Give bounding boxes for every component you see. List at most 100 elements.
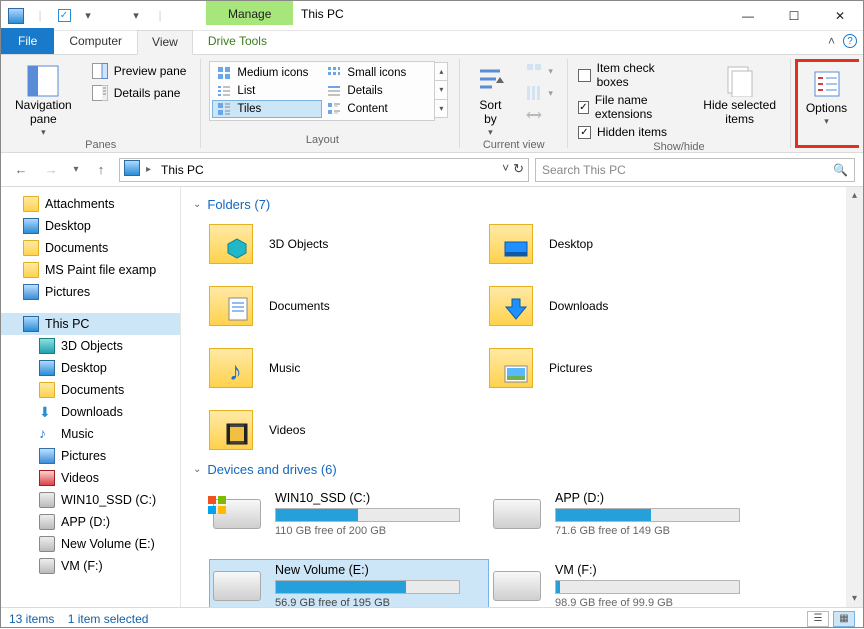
address-bar[interactable]: ▸ This PC ˅ ↻ <box>119 158 529 182</box>
tree-music[interactable]: ♪Music <box>1 423 180 445</box>
tab-view[interactable]: View <box>137 30 193 55</box>
tree-downloads[interactable]: ⬇Downloads <box>1 401 180 423</box>
tree-attachments[interactable]: Attachments <box>1 193 180 215</box>
drive-f[interactable]: VM (F:) 98.9 GB free of 99.9 GB <box>489 559 769 607</box>
tree-drive-e[interactable]: New Volume (E:) <box>1 533 180 555</box>
tree-3d-objects[interactable]: 3D Objects <box>1 335 180 357</box>
up-button[interactable]: ↑ <box>89 158 113 182</box>
minimize-button[interactable]: — <box>725 1 771 31</box>
options-button[interactable]: Options ▾ <box>802 64 851 126</box>
tree-documents[interactable]: Documents <box>1 237 180 259</box>
details-view-toggle[interactable]: ☰ <box>807 611 829 627</box>
nav-tree[interactable]: Attachments Desktop Documents MS Paint f… <box>1 187 181 607</box>
tab-file[interactable]: File <box>1 28 54 54</box>
scroll-down-icon[interactable]: ▾ <box>435 81 447 99</box>
medium-icons-icon <box>217 66 231 80</box>
ribbon: Navigation pane ▾ Preview pane Details p… <box>1 55 863 153</box>
tree-videos[interactable]: Videos <box>1 467 180 489</box>
drive-usage-bar <box>555 508 740 522</box>
section-folders[interactable]: ⌄ Folders (7) <box>189 193 863 216</box>
folder-desktop[interactable]: Desktop <box>489 224 769 264</box>
layout-details[interactable]: Details <box>322 82 432 100</box>
drive-icon <box>213 499 261 529</box>
folder-3d-objects[interactable]: 3D Objects <box>209 224 489 264</box>
refresh-icon[interactable]: ↻ <box>513 161 524 177</box>
layout-tiles[interactable]: Tiles <box>212 100 322 118</box>
scroll-up-icon[interactable]: ▴ <box>846 187 863 204</box>
layout-gallery-scroll[interactable]: ▴ ▾ ▾ <box>434 62 448 118</box>
tab-drive-tools[interactable]: Drive Tools <box>193 29 282 54</box>
section-devices-label: Devices and drives (6) <box>207 462 336 477</box>
ribbon-tabs: File Computer View Drive Tools ˄ ? <box>1 31 863 55</box>
navigation-bar: ← → ▾ ↑ ▸ This PC ˅ ↻ Search This PC 🔍 <box>1 153 863 187</box>
tree-pictures[interactable]: Pictures <box>1 281 180 303</box>
breadcrumb-this-pc[interactable]: This PC <box>157 163 208 177</box>
collapse-ribbon-icon[interactable]: ˄ <box>828 34 835 48</box>
back-button[interactable]: ← <box>9 158 33 182</box>
qat-sep: | <box>31 7 49 25</box>
hidden-items-toggle[interactable]: Hidden items <box>576 125 689 139</box>
size-columns-button[interactable] <box>520 105 559 125</box>
folder-documents[interactable]: Documents <box>209 286 489 326</box>
drive-d[interactable]: APP (D:) 71.6 GB free of 149 GB <box>489 487 769 541</box>
tree-desktop[interactable]: Desktop <box>1 215 180 237</box>
tree-desktop2[interactable]: Desktop <box>1 357 180 379</box>
forward-button[interactable]: → <box>39 158 63 182</box>
add-columns-button[interactable]: ▾ <box>520 83 559 103</box>
hide-selected-button[interactable]: Hide selected items <box>697 61 782 139</box>
item-checkboxes-label: Item check boxes <box>597 61 688 89</box>
tree-drive-d[interactable]: APP (D:) <box>1 511 180 533</box>
music-icon: ♪ <box>39 426 55 442</box>
hide-selected-label: Hide selected items <box>703 99 776 127</box>
tree-drive-c[interactable]: WIN10_SSD (C:) <box>1 489 180 511</box>
chevron-down-icon[interactable]: ⌄ <box>193 199 201 210</box>
tree-pictures2[interactable]: Pictures <box>1 445 180 467</box>
drive-c[interactable]: WIN10_SSD (C:) 110 GB free of 200 GB <box>209 487 489 541</box>
tree-drive-f[interactable]: VM (F:) <box>1 555 180 577</box>
group-by-button[interactable]: ▾ <box>520 61 559 81</box>
address-dropdown-icon[interactable]: ˅ <box>502 161 509 177</box>
maximize-button[interactable]: ☐ <box>771 1 817 31</box>
item-checkboxes-toggle[interactable]: Item check boxes <box>576 61 689 89</box>
scroll-up-icon[interactable]: ▴ <box>435 63 447 81</box>
qat-item-dropdown-icon[interactable]: ▾ <box>79 7 97 25</box>
search-icon: 🔍 <box>833 163 848 177</box>
qat-checkbox-icon[interactable] <box>55 7 73 25</box>
folder-videos[interactable]: Videos <box>209 410 489 450</box>
tiles-view-toggle[interactable]: ▦ <box>833 611 855 627</box>
content-pane[interactable]: ⌄ Folders (7) 3D Objects Desktop Documen… <box>181 187 863 607</box>
file-extensions-toggle[interactable]: File name extensions <box>576 93 689 121</box>
layout-content[interactable]: Content <box>322 100 432 118</box>
folder-downloads[interactable]: Downloads <box>489 286 769 326</box>
preview-pane-button[interactable]: Preview pane <box>86 61 193 81</box>
layout-small-icons[interactable]: Small icons <box>322 64 432 82</box>
layout-list[interactable]: List <box>212 82 322 100</box>
help-icon[interactable]: ? <box>843 34 857 48</box>
drive-icon <box>39 492 55 508</box>
layout-medium-icons[interactable]: Medium icons <box>212 64 322 82</box>
folder-label: Music <box>269 361 300 375</box>
contextual-tab-manage[interactable]: Manage <box>206 1 293 25</box>
tab-computer[interactable]: Computer <box>54 29 137 54</box>
vertical-scrollbar[interactable]: ▴ ▾ <box>846 187 863 607</box>
breadcrumb-sep-icon[interactable]: ▸ <box>146 164 151 175</box>
drive-e[interactable]: New Volume (E:) 56.9 GB free of 195 GB <box>209 559 489 607</box>
sort-by-button[interactable]: Sort by ▾ <box>468 61 512 137</box>
qat-customize-icon[interactable]: ▾ <box>127 7 145 25</box>
details-pane-button[interactable]: Details pane <box>86 83 193 103</box>
scroll-down-icon[interactable]: ▾ <box>846 590 863 607</box>
close-button[interactable]: ✕ <box>817 1 863 31</box>
folder-music[interactable]: ♪Music <box>209 348 489 388</box>
tree-mspaint[interactable]: MS Paint file examp <box>1 259 180 281</box>
tree-documents2[interactable]: Documents <box>1 379 180 401</box>
gallery-expand-icon[interactable]: ▾ <box>435 100 447 117</box>
navigation-pane-button[interactable]: Navigation pane ▾ <box>9 61 78 137</box>
folder-pictures[interactable]: Pictures <box>489 348 769 388</box>
tree-this-pc[interactable]: This PC <box>1 313 180 335</box>
layout-gallery[interactable]: Medium icons Small icons List Details Ti… <box>209 61 435 121</box>
folder-icon <box>209 224 253 264</box>
search-box[interactable]: Search This PC 🔍 <box>535 158 855 182</box>
chevron-down-icon[interactable]: ⌄ <box>193 464 201 475</box>
section-devices[interactable]: ⌄ Devices and drives (6) <box>189 458 863 481</box>
recent-locations-button[interactable]: ▾ <box>69 158 83 182</box>
